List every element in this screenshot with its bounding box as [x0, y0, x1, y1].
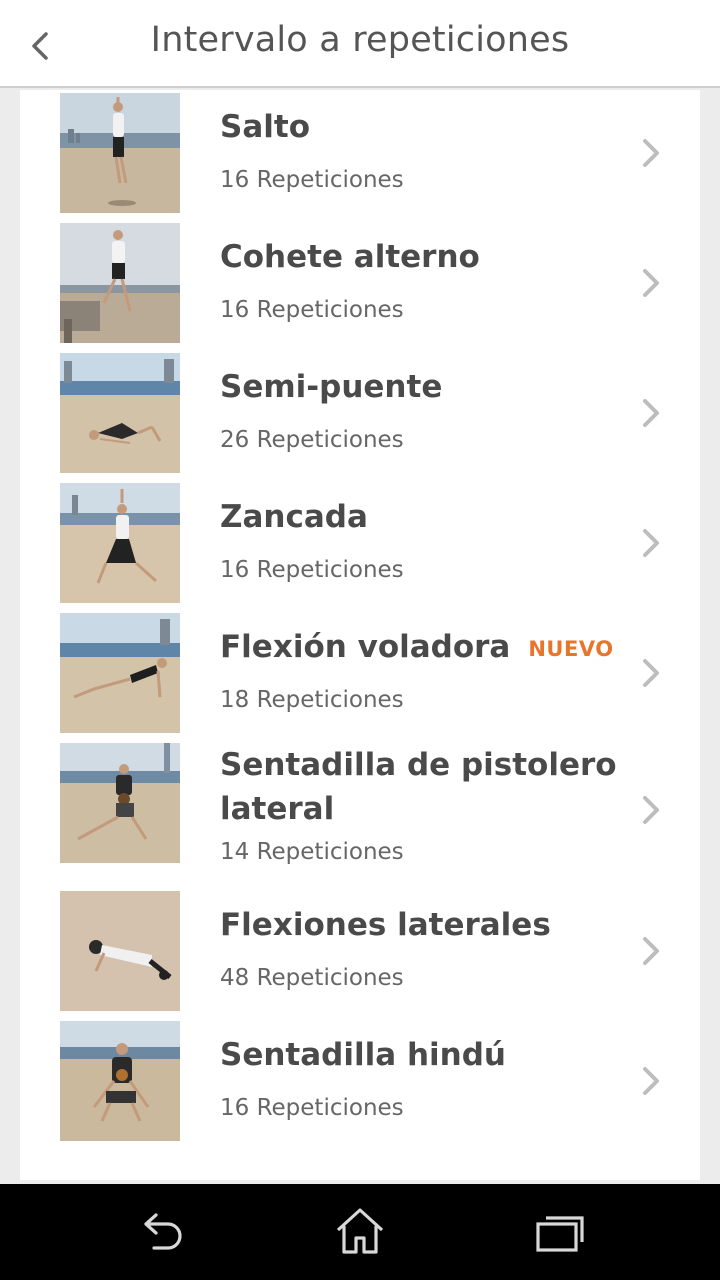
exercise-reps: 18 Repeticiones	[220, 687, 404, 713]
new-badge: NUEVO	[528, 636, 614, 661]
exercise-thumbnail	[60, 891, 180, 1011]
exercise-thumbnail	[60, 1021, 180, 1141]
exercise-reps: 16 Repeticiones	[220, 167, 404, 193]
back-arrow-icon	[144, 1213, 182, 1250]
app-header: Intervalo a repeticiones	[0, 0, 720, 88]
exercise-name: Flexión voladora NUEVO	[220, 625, 614, 671]
home-icon	[336, 1208, 384, 1254]
exercise-name: Cohete alterno	[220, 239, 480, 275]
exercise-reps: 16 Repeticiones	[220, 557, 404, 583]
exercise-row-cohete-alterno[interactable]: Cohete alterno 16 Repeticiones	[20, 223, 700, 343]
exercise-row-salto[interactable]: Salto 16 Repeticiones	[20, 93, 700, 213]
exercise-name: Sentadilla hindú	[220, 1037, 506, 1073]
chevron-right-icon	[643, 269, 659, 297]
exercise-name: Salto	[220, 109, 310, 145]
exercise-name: Semi-puente	[220, 369, 443, 405]
exercise-thumbnail	[60, 353, 180, 473]
nav-recents-button[interactable]	[532, 1206, 588, 1258]
exercise-thumbnail	[60, 93, 180, 213]
page-title: Intervalo a repeticiones	[150, 20, 570, 60]
exercise-thumbnail	[60, 483, 180, 603]
chevron-right-icon	[643, 139, 659, 167]
exercise-reps: 48 Repeticiones	[220, 965, 404, 991]
chevron-right-icon	[643, 1067, 659, 1095]
system-nav-bar	[0, 1184, 720, 1280]
exercise-reps: 26 Repeticiones	[220, 427, 404, 453]
exercise-reps: 14 Repeticiones	[220, 839, 404, 865]
exercise-list: Salto 16 Repeticiones Cohete alterno 16 …	[20, 90, 700, 1180]
nav-home-button[interactable]	[332, 1206, 388, 1258]
nav-back-button[interactable]	[132, 1206, 188, 1258]
exercise-thumbnail	[60, 223, 180, 343]
exercise-reps: 16 Repeticiones	[220, 297, 404, 323]
exercise-row-sentadilla-pistolero-lateral[interactable]: Sentadilla de pistolero lateral 14 Repet…	[20, 743, 700, 881]
chevron-right-icon	[643, 399, 659, 427]
chevron-right-icon	[643, 937, 659, 965]
chevron-right-icon	[643, 796, 659, 824]
exercise-row-semi-puente[interactable]: Semi-puente 26 Repeticiones	[20, 353, 700, 473]
exercise-row-zancada[interactable]: Zancada 16 Repeticiones	[20, 483, 700, 603]
exercise-name: Flexiones laterales	[220, 907, 551, 943]
exercise-row-flexion-voladora[interactable]: Flexión voladora NUEVO 18 Repeticiones	[20, 613, 700, 733]
exercise-thumbnail	[60, 613, 180, 733]
exercise-row-sentadilla-hindu[interactable]: Sentadilla hindú 16 Repeticiones	[20, 1021, 700, 1141]
chevron-right-icon	[643, 529, 659, 557]
recent-apps-icon	[536, 1216, 584, 1252]
exercise-thumbnail	[60, 743, 180, 863]
exercise-row-flexiones-laterales[interactable]: Flexiones laterales 48 Repeticiones	[20, 891, 700, 1011]
chevron-right-icon	[643, 659, 659, 687]
exercise-name-text: Flexión voladora	[220, 629, 511, 665]
exercise-name: Sentadilla de pistolero lateral	[220, 747, 617, 827]
exercise-name: Zancada	[220, 499, 368, 535]
exercise-reps: 16 Repeticiones	[220, 1095, 404, 1121]
